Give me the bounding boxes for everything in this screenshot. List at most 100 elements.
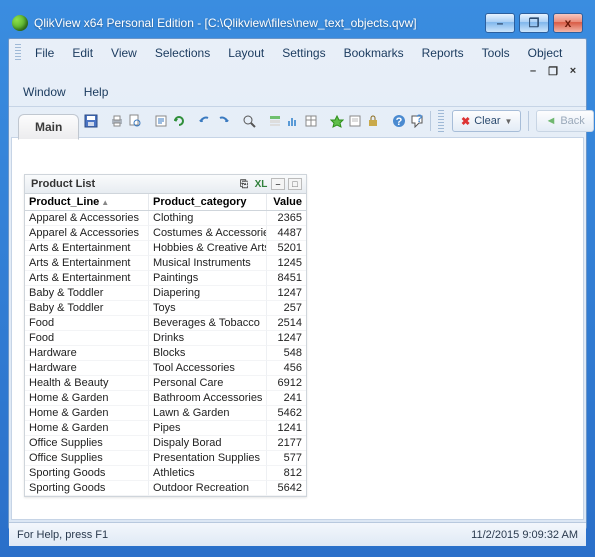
menu-window[interactable]: Window	[15, 82, 74, 102]
table-row[interactable]: FoodDrinks1247	[25, 331, 306, 346]
table-row[interactable]: HardwareTool Accessories456	[25, 361, 306, 376]
cell-product-line[interactable]: Food	[25, 331, 149, 346]
cell-product-line[interactable]: Baby & Toddler	[25, 301, 149, 316]
cell-product-category[interactable]: Diapering	[149, 286, 267, 301]
table-row[interactable]: Baby & ToddlerToys257	[25, 301, 306, 316]
search-icon[interactable]	[241, 111, 257, 131]
cell-product-line[interactable]: Apparel & Accessories	[25, 211, 149, 226]
table-row[interactable]: Health & BeautyPersonal Care6912	[25, 376, 306, 391]
minimize-button[interactable]: –	[485, 13, 515, 33]
cell-value[interactable]: 4487	[267, 226, 306, 241]
col-product-line[interactable]: Product_Line▲	[25, 194, 149, 210]
cell-product-category[interactable]: Presentation Supplies	[149, 451, 267, 466]
menu-help[interactable]: Help	[76, 82, 117, 102]
cell-product-category[interactable]: Athletics	[149, 466, 267, 481]
cell-product-line[interactable]: Hardware	[25, 361, 149, 376]
cell-product-category[interactable]: Dispaly Borad	[149, 436, 267, 451]
cell-product-line[interactable]: Sporting Goods	[25, 466, 149, 481]
cell-product-line[interactable]: Sporting Goods	[25, 481, 149, 496]
menu-selections[interactable]: Selections	[147, 43, 218, 63]
cell-value[interactable]: 812	[267, 466, 306, 481]
mdi-restore-button[interactable]: ❐	[546, 65, 560, 78]
menu-tools[interactable]: Tools	[474, 43, 518, 63]
save-icon[interactable]	[83, 111, 99, 131]
print-icon[interactable]	[109, 111, 125, 131]
table-row[interactable]: Office SuppliesDispaly Borad2177	[25, 436, 306, 451]
cell-value[interactable]: 257	[267, 301, 306, 316]
close-button[interactable]: x	[553, 13, 583, 33]
clear-button[interactable]: ✖ Clear ▼	[452, 110, 521, 132]
cell-product-line[interactable]: Home & Garden	[25, 406, 149, 421]
cell-value[interactable]: 2514	[267, 316, 306, 331]
cell-value[interactable]: 548	[267, 346, 306, 361]
cell-product-category[interactable]: Costumes & Accessories	[149, 226, 267, 241]
cell-product-category[interactable]: Tool Accessories	[149, 361, 267, 376]
undo-icon[interactable]	[197, 111, 213, 131]
cell-product-line[interactable]: Arts & Entertainment	[25, 241, 149, 256]
cell-value[interactable]: 5462	[267, 406, 306, 421]
cell-product-category[interactable]: Blocks	[149, 346, 267, 361]
cell-value[interactable]: 577	[267, 451, 306, 466]
menu-reports[interactable]: Reports	[414, 43, 472, 63]
cell-product-category[interactable]: Clothing	[149, 211, 267, 226]
table-row[interactable]: Arts & EntertainmentPaintings8451	[25, 271, 306, 286]
cell-product-line[interactable]: Health & Beauty	[25, 376, 149, 391]
table-row[interactable]: Apparel & AccessoriesClothing2365	[25, 211, 306, 226]
table-caption[interactable]: Product List ⎘ XL – □	[25, 175, 306, 194]
edit-script-icon[interactable]	[153, 111, 169, 131]
menu-layout[interactable]: Layout	[220, 43, 272, 63]
cell-product-line[interactable]: Arts & Entertainment	[25, 256, 149, 271]
back-button[interactable]: ◄ Back	[536, 110, 593, 132]
cell-value[interactable]: 456	[267, 361, 306, 376]
table-row[interactable]: Arts & EntertainmentMusical Instruments1…	[25, 256, 306, 271]
redo-icon[interactable]	[215, 111, 231, 131]
cell-value[interactable]: 1241	[267, 421, 306, 436]
cell-product-category[interactable]: Outdoor Recreation	[149, 481, 267, 496]
cell-value[interactable]: 1247	[267, 331, 306, 346]
product-list-table[interactable]: Product List ⎘ XL – □ Product_Line▲ Prod…	[24, 174, 307, 497]
table-row[interactable]: Apparel & AccessoriesCostumes & Accessor…	[25, 226, 306, 241]
table-row[interactable]: Sporting GoodsAthletics812	[25, 466, 306, 481]
cell-value[interactable]: 2365	[267, 211, 306, 226]
col-product-category[interactable]: Product_category	[149, 194, 267, 210]
bookmark-icon[interactable]	[329, 111, 345, 131]
cell-value[interactable]: 2177	[267, 436, 306, 451]
menu-settings[interactable]: Settings	[274, 43, 333, 63]
selections-icon[interactable]	[267, 111, 283, 131]
cell-product-line[interactable]: Baby & Toddler	[25, 286, 149, 301]
table-row[interactable]: Home & GardenPipes1241	[25, 421, 306, 436]
menu-file[interactable]: File	[27, 43, 62, 63]
table-row[interactable]: Baby & ToddlerDiapering1247	[25, 286, 306, 301]
cell-product-category[interactable]: Personal Care	[149, 376, 267, 391]
cell-product-category[interactable]: Hobbies & Creative Arts	[149, 241, 267, 256]
cell-product-category[interactable]: Beverages & Tobacco	[149, 316, 267, 331]
table-row[interactable]: FoodBeverages & Tobacco2514	[25, 316, 306, 331]
cell-product-line[interactable]: Apparel & Accessories	[25, 226, 149, 241]
help-icon[interactable]: ?	[391, 111, 407, 131]
menu-edit[interactable]: Edit	[64, 43, 101, 63]
cell-product-category[interactable]: Musical Instruments	[149, 256, 267, 271]
table-row[interactable]: HardwareBlocks548	[25, 346, 306, 361]
cell-value[interactable]: 241	[267, 391, 306, 406]
table-row[interactable]: Home & GardenLawn & Garden5462	[25, 406, 306, 421]
lock-icon[interactable]	[365, 111, 381, 131]
cell-value[interactable]: 6912	[267, 376, 306, 391]
cell-product-line[interactable]: Office Supplies	[25, 436, 149, 451]
cell-product-line[interactable]: Food	[25, 316, 149, 331]
export-icon[interactable]: ⎘	[237, 178, 251, 190]
cell-value[interactable]: 5642	[267, 481, 306, 496]
table-icon[interactable]	[303, 111, 319, 131]
cell-product-line[interactable]: Arts & Entertainment	[25, 271, 149, 286]
maximize-button[interactable]: ❐	[519, 13, 549, 33]
cell-product-category[interactable]: Toys	[149, 301, 267, 316]
chart-icon[interactable]	[285, 111, 301, 131]
excel-icon[interactable]: XL	[254, 178, 268, 190]
tab-main[interactable]: Main	[18, 114, 79, 140]
table-row[interactable]: Office SuppliesPresentation Supplies577	[25, 451, 306, 466]
cell-product-line[interactable]: Hardware	[25, 346, 149, 361]
menu-view[interactable]: View	[103, 43, 145, 63]
cell-product-category[interactable]: Drinks	[149, 331, 267, 346]
cell-product-line[interactable]: Home & Garden	[25, 391, 149, 406]
print-preview-icon[interactable]	[127, 111, 143, 131]
cell-product-category[interactable]: Pipes	[149, 421, 267, 436]
